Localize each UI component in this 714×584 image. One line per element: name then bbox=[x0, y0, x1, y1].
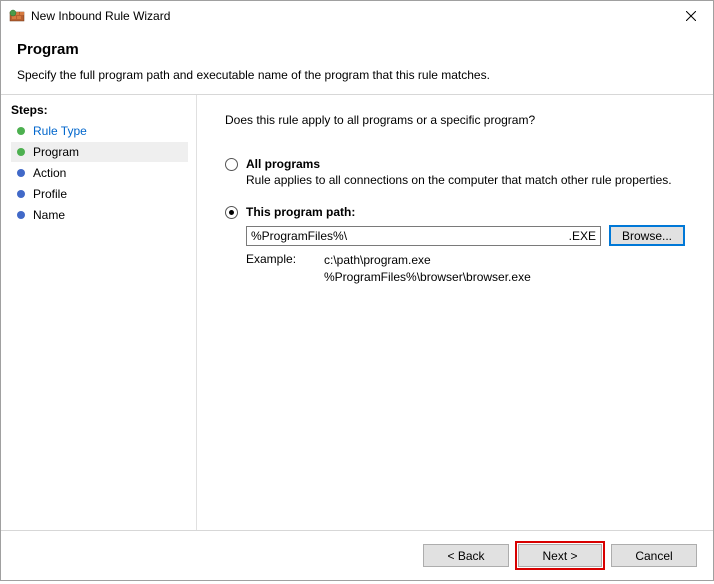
example-path-2: %ProgramFiles%\browser\browser.exe bbox=[324, 270, 531, 284]
wizard-header: Program Specify the full program path an… bbox=[1, 31, 713, 94]
content-panel: Does this rule apply to all programs or … bbox=[197, 95, 713, 530]
next-highlight: Next > bbox=[515, 541, 605, 570]
steps-sidebar: Steps: Rule Type Program Action Profile … bbox=[1, 95, 196, 530]
step-label: Rule Type bbox=[33, 124, 87, 138]
question-text: Does this rule apply to all programs or … bbox=[225, 113, 685, 127]
cancel-button[interactable]: Cancel bbox=[611, 544, 697, 567]
step-label: Name bbox=[33, 208, 65, 222]
step-action[interactable]: Action bbox=[11, 163, 188, 183]
step-rule-type[interactable]: Rule Type bbox=[11, 121, 188, 141]
radio-all-programs[interactable]: All programs bbox=[225, 157, 685, 171]
next-button[interactable]: Next > bbox=[518, 544, 602, 567]
bullet-icon bbox=[17, 190, 25, 198]
button-bar: < Back Next > Cancel bbox=[1, 531, 713, 584]
bullet-icon bbox=[17, 169, 25, 177]
path-value: %ProgramFiles%\ bbox=[251, 229, 569, 243]
radio-all-description: Rule applies to all connections on the c… bbox=[246, 173, 685, 187]
window-title: New Inbound Rule Wizard bbox=[31, 9, 668, 23]
example-path-1: c:\path\program.exe bbox=[324, 253, 431, 267]
bullet-icon bbox=[17, 127, 25, 135]
path-suffix: .EXE bbox=[569, 229, 596, 243]
program-path-input[interactable]: %ProgramFiles%\ .EXE bbox=[246, 226, 601, 246]
step-profile[interactable]: Profile bbox=[11, 184, 188, 204]
radio-icon bbox=[225, 158, 238, 171]
radio-label: This program path: bbox=[246, 205, 355, 219]
main-area: Steps: Rule Type Program Action Profile … bbox=[1, 95, 713, 530]
bullet-icon bbox=[17, 148, 25, 156]
radio-label: All programs bbox=[246, 157, 320, 171]
titlebar: New Inbound Rule Wizard bbox=[1, 1, 713, 31]
bullet-icon bbox=[17, 211, 25, 219]
back-button[interactable]: < Back bbox=[423, 544, 509, 567]
step-label: Profile bbox=[33, 187, 67, 201]
step-program[interactable]: Program bbox=[11, 142, 188, 162]
browse-button[interactable]: Browse... bbox=[609, 225, 685, 246]
close-button[interactable] bbox=[668, 1, 713, 31]
step-label: Program bbox=[33, 145, 79, 159]
step-label: Action bbox=[33, 166, 66, 180]
steps-title: Steps: bbox=[11, 103, 188, 117]
example-label: Example: bbox=[246, 252, 324, 286]
page-title: Program bbox=[17, 41, 697, 58]
close-icon bbox=[686, 11, 696, 21]
page-description: Specify the full program path and execut… bbox=[17, 68, 697, 82]
example-paths: c:\path\program.exe %ProgramFiles%\brows… bbox=[324, 252, 531, 286]
radio-icon bbox=[225, 206, 238, 219]
firewall-wizard-icon bbox=[9, 8, 25, 24]
radio-this-program-path[interactable]: This program path: bbox=[225, 205, 685, 219]
step-name[interactable]: Name bbox=[11, 205, 188, 225]
path-section: %ProgramFiles%\ .EXE Browse... Example: … bbox=[246, 225, 685, 286]
example-row: Example: c:\path\program.exe %ProgramFil… bbox=[246, 252, 685, 286]
